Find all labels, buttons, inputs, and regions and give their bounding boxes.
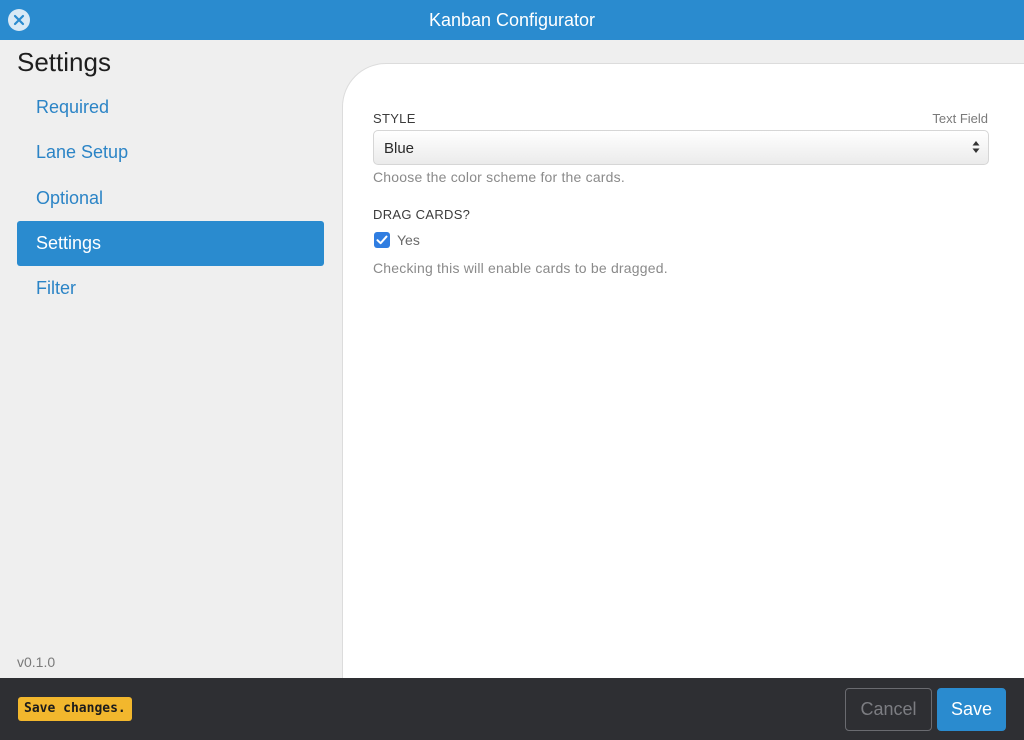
style-label: STYLE (373, 111, 416, 126)
drag-cards-label: DRAG CARDS? (373, 207, 471, 222)
drag-cards-checkbox[interactable] (374, 232, 390, 248)
save-changes-badge: Save changes. (18, 697, 132, 721)
sidebar-item-settings[interactable]: Settings (17, 221, 324, 266)
sidebar-item-optional[interactable]: Optional (17, 176, 324, 221)
settings-panel: STYLE Text Field Blue Choose the color s… (342, 63, 1024, 678)
sidebar-item-label: Required (36, 97, 110, 117)
sidebar-item-label: Settings (36, 233, 102, 253)
sidebar-item-required[interactable]: Required (17, 85, 324, 130)
drag-cards-help-text: Checking this will enable cards to be dr… (373, 260, 668, 276)
window-title: Kanban Configurator (428, 10, 596, 30)
version-label: v0.1.0 (17, 654, 56, 670)
save-button[interactable]: Save (937, 688, 1006, 731)
select-arrows-icon (972, 140, 980, 159)
sidebar-item-label: Optional (36, 188, 104, 208)
footer-bar: Save changes. Cancel Save (0, 678, 1024, 740)
sidebar-item-label: Lane Setup (36, 142, 129, 162)
sidebar-item-filter[interactable]: Filter (17, 266, 324, 311)
sidebar-heading: Settings (17, 47, 111, 77)
title-bar: Kanban Configurator (0, 0, 1024, 40)
style-help-text: Choose the color scheme for the cards. (373, 169, 625, 185)
sidebar-item-lane-setup[interactable]: Lane Setup (17, 130, 324, 175)
checkmark-icon (376, 235, 388, 245)
sidebar: Settings Required Lane Setup Optional Se… (0, 40, 342, 678)
style-select-value: Blue (384, 140, 415, 157)
sidebar-item-label: Filter (36, 278, 76, 298)
cancel-button[interactable]: Cancel (845, 688, 932, 731)
style-select[interactable]: Blue (373, 130, 989, 165)
drag-cards-checkbox-label[interactable]: Yes (397, 232, 420, 248)
style-field-type: Text Field (932, 111, 988, 126)
